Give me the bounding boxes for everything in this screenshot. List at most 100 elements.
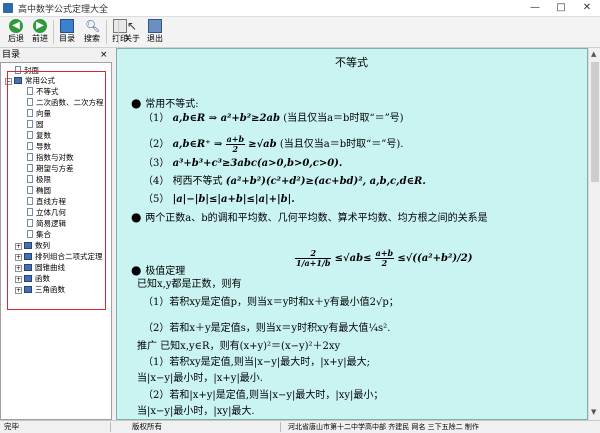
expand-icon[interactable]: +	[15, 276, 22, 283]
book-icon	[24, 253, 32, 260]
exit-button[interactable]: 退出	[143, 18, 167, 46]
toolbar-separator	[118, 20, 119, 44]
scroll-thumb[interactable]	[591, 62, 599, 182]
help-pointer-icon: ↖	[126, 19, 138, 33]
maximize-button[interactable]: □	[548, 0, 574, 16]
tree-item[interactable]: 向量	[27, 108, 51, 119]
text-line: 推广 已知x,y∈R，则有(x+y)²＝(x−y)²＋2xy	[137, 341, 341, 352]
text-line: （2）若和|x+y|是定值,则当|x−y|最大时，|xy|最小；	[143, 390, 384, 401]
formula-line-2: （2） a,b∈R⁺ ⇒ a+b 2 ≥√ab (当且仅当a＝b时取“＝”号).	[143, 134, 404, 154]
about-button[interactable]: ↖ 关于	[120, 18, 144, 46]
formula-line-3: （3） a³+b³+c³≥3abc(a>0,b>0,c>0).	[143, 158, 343, 169]
tree-item[interactable]: 指数与对数	[27, 152, 74, 163]
scroll-down-icon[interactable]: ▼	[591, 408, 596, 416]
vertical-scrollbar[interactable]: ▲ ▼	[588, 48, 600, 420]
expand-icon[interactable]: +	[15, 287, 22, 294]
collapse-icon[interactable]: −	[5, 78, 12, 85]
app-icon	[3, 3, 13, 13]
status-divider	[280, 422, 281, 432]
status-bar: 完毕 版权所有 河北省唐山市第十二中学高中部 齐建民 网名 三下五除二 制作	[0, 420, 600, 433]
expand-icon[interactable]: +	[15, 243, 22, 250]
tree-group[interactable]: + 圆锥曲线	[15, 262, 65, 273]
book-icon	[24, 264, 32, 271]
toc-panel-title: 目录	[0, 49, 111, 62]
page-icon	[27, 175, 33, 183]
status-author: 河北省唐山市第十二中学高中部 齐建民 网名 三下五除二 制作	[288, 423, 479, 431]
tree-group[interactable]: + 数列	[15, 240, 50, 251]
bullet-means-relation: ● 两个正数a、b的调和平均数、几何平均数、算术平均数、均方根之间的关系是	[131, 210, 488, 224]
fraction: a+b 2	[225, 134, 246, 154]
book-icon	[24, 275, 32, 282]
tree-item[interactable]: 导数	[27, 141, 51, 152]
page-icon	[15, 66, 21, 74]
close-button[interactable]: ✕	[574, 0, 600, 16]
toc-button[interactable]: 目录	[55, 18, 79, 46]
toc-panel-close-button[interactable]: ×	[100, 49, 110, 62]
formula-line-4: （4） 柯西不等式 (a²+b²)(c²+d²)≥(ac+bd)², a,b,c…	[143, 176, 426, 187]
page-icon	[27, 197, 33, 205]
formula-line-1: （1） a,b∈R ⇒ a²+b²≥2ab (当且仅当a＝b时取“＝”号)	[143, 113, 404, 124]
tree-item[interactable]: 二次函数、二次方程	[27, 97, 104, 108]
page-icon	[27, 98, 33, 106]
page-title: 不等式	[335, 56, 368, 69]
toc-book-icon	[60, 19, 74, 33]
tree-group[interactable]: + 函数	[15, 273, 50, 284]
tree-item[interactable]: 椭圆	[27, 185, 51, 196]
page-icon	[27, 120, 33, 128]
tree-group-common-formulas[interactable]: − 常用公式	[5, 75, 55, 86]
tree-item[interactable]: 直线方程	[27, 196, 66, 207]
tree-item[interactable]: 期望与方差	[27, 163, 74, 174]
page-icon	[27, 219, 33, 227]
text-line: （2）若和x＋y是定值s，则当x＝y时积xy有最大值¼s².	[143, 323, 391, 334]
text-line: （1）若积xy是定值p，则当x＝y时和x＋y有最小值2√p；	[143, 297, 399, 308]
book-icon	[24, 242, 32, 249]
text-line: 已知x,y都是正数，则有	[137, 279, 242, 290]
text-line: （1）若积xy是定值,则当|x−y|最大时，|x+y|最大;	[143, 357, 371, 368]
means-formula: 2 1/a+1/b ≤√ab≤ a+b 2 ≤√((a²+b²)/2)	[295, 248, 473, 268]
expand-icon[interactable]: +	[15, 265, 22, 272]
forward-arrow-icon: ▶	[33, 19, 47, 33]
tree-group[interactable]: + 排列组合二项式定理	[15, 251, 103, 262]
page-icon	[27, 208, 33, 216]
fraction: 2 1/a+1/b	[295, 248, 332, 268]
toc-tree: 封面 − 常用公式 不等式 二次函数、二次方程 向量 圆 复数 导数 指数与对数 …	[0, 62, 112, 420]
bullet-extremum-theorem: ● 极值定理	[131, 263, 186, 277]
window-title: 高中数学公式定理大全	[18, 5, 109, 15]
status-ready: 完毕	[4, 422, 19, 431]
back-button[interactable]: ◀ 后退	[4, 18, 28, 46]
tree-item[interactable]: 立体几何	[27, 207, 66, 218]
forward-button[interactable]: ▶ 前进	[28, 18, 52, 46]
exit-door-icon	[148, 19, 162, 33]
page-icon	[27, 153, 33, 161]
page-icon	[27, 109, 33, 117]
tree-group[interactable]: + 三角函数	[15, 284, 65, 295]
search-icon: 🔍︎	[85, 19, 101, 33]
search-button[interactable]: 🔍︎ 搜索	[80, 18, 104, 46]
tree-item[interactable]: 不等式	[27, 86, 59, 97]
minimize-button[interactable]: —	[522, 0, 548, 16]
page-icon	[27, 87, 33, 95]
toolbar: ◀ 后退 ▶ 前进 目录 🔍︎ 搜索 打印 ↖ 关于 退出	[0, 17, 600, 48]
toolbar-separator	[53, 20, 54, 44]
page-icon	[27, 164, 33, 172]
expand-icon[interactable]: +	[15, 254, 22, 261]
page-icon	[27, 230, 33, 238]
scroll-up-icon[interactable]: ▲	[591, 50, 596, 58]
fraction: a+b 2	[374, 248, 395, 268]
tree-item[interactable]: 简易逻辑	[27, 218, 66, 229]
book-icon	[24, 286, 32, 293]
tree-item[interactable]: 极限	[27, 174, 51, 185]
status-copyright: 版权所有	[132, 422, 162, 431]
formula-line-5: （5） |a|−|b|≤|a+b|≤|a|+|b|.	[143, 194, 295, 205]
content-pane: 不等式 ● 常用不等式: （1） a,b∈R ⇒ a²+b²≥2ab (当且仅当…	[116, 48, 588, 420]
status-divider	[110, 422, 111, 432]
tree-item[interactable]: 圆	[27, 119, 44, 130]
tree-item[interactable]: 集合	[27, 229, 51, 240]
back-arrow-icon: ◀	[9, 19, 23, 33]
book-open-icon	[14, 77, 22, 84]
page-icon	[27, 142, 33, 150]
title-bar: 高中数学公式定理大全 — □ ✕	[0, 0, 600, 17]
bullet-common-inequalities: ● 常用不等式:	[131, 96, 199, 110]
page-icon	[27, 131, 33, 139]
tree-item[interactable]: 复数	[27, 130, 51, 141]
